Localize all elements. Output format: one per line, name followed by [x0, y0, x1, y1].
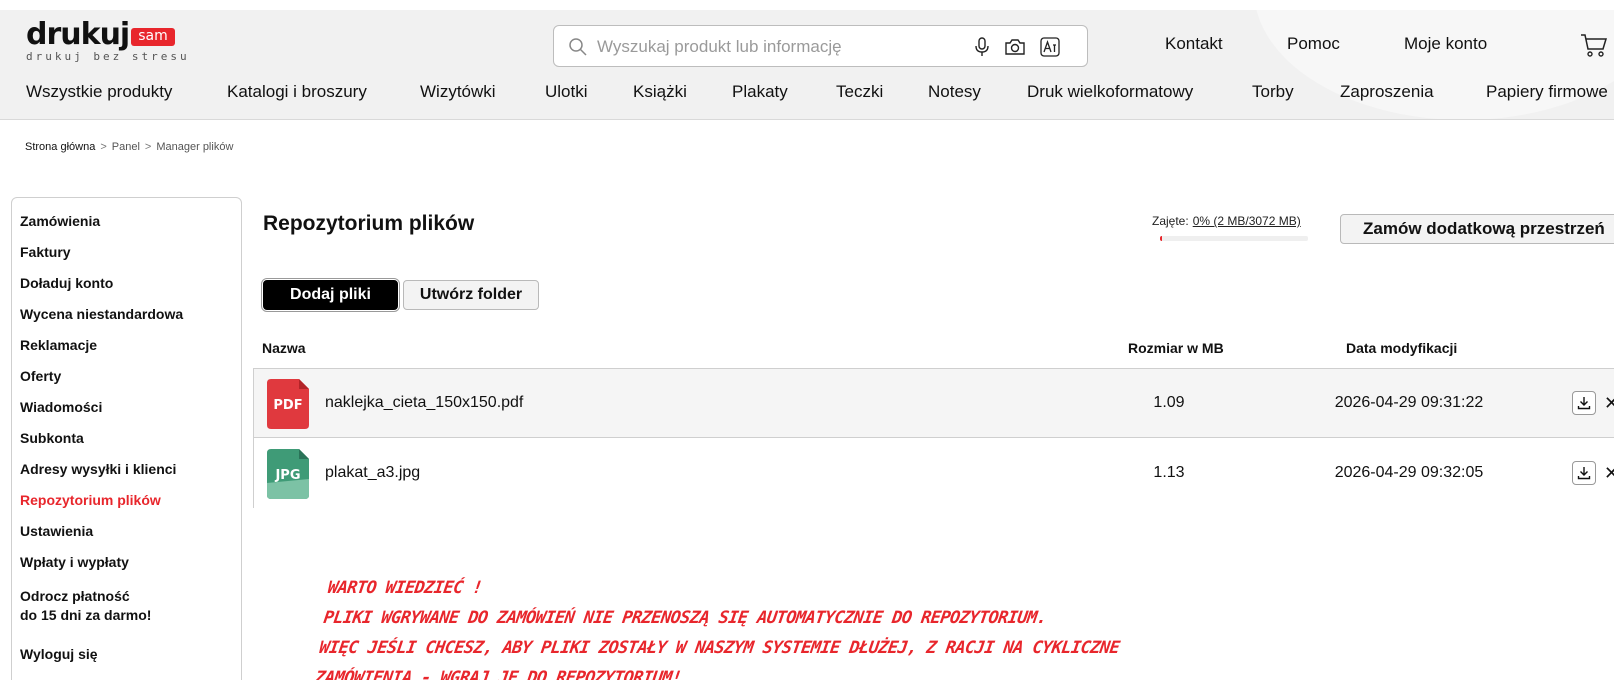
note-heading: Warto wiedzieć ! [326, 578, 484, 598]
pdf-file-icon: PDF [267, 379, 309, 429]
sidebar-item-payments[interactable]: Wpłaty i wypłaty [20, 553, 129, 572]
usage-value: 0% (2 MB/3072 MB) [1192, 214, 1301, 228]
nav-invitations[interactable]: Zaproszenia [1340, 82, 1434, 102]
logo[interactable]: drukuj sam drukuj bez stresu [26, 20, 190, 64]
sidebar-item-subaccounts[interactable]: Subkonta [20, 429, 84, 448]
sidebar-item-custom-quote[interactable]: Wycena niestandardowa [20, 305, 183, 324]
cart-icon[interactable] [1580, 32, 1608, 58]
sidebar-item-complaints[interactable]: Reklamacje [20, 336, 97, 355]
microphone-icon[interactable] [971, 36, 993, 58]
usage-progress-bar [1160, 236, 1308, 241]
add-files-button[interactable]: Dodaj pliki [261, 278, 400, 312]
usage-label: Zajęte: [1152, 214, 1189, 228]
account-sidebar: Zamówienia Faktury Doładuj konto Wycena … [11, 197, 242, 680]
nav-catalogs[interactable]: Katalogi i broszury [227, 82, 367, 102]
column-header-name[interactable]: Nazwa [262, 340, 306, 356]
nav-notepads[interactable]: Notesy [928, 82, 981, 102]
close-icon[interactable]: ✕ [1604, 463, 1614, 484]
create-folder-button[interactable]: Utwórz folder [403, 280, 539, 310]
nav-large-format[interactable]: Druk wielkoformatowy [1027, 82, 1193, 102]
defer-line-1: Odrocz płatność [20, 588, 130, 604]
breadcrumb-separator: > [100, 141, 107, 153]
file-name[interactable]: naklejka_cieta_150x150.pdf [325, 394, 523, 412]
breadcrumb: Strona główna > Panel > Manager plików [25, 141, 233, 153]
note-line: Więc jeśli chcesz, aby pliki zostały w n… [318, 638, 1121, 658]
download-icon[interactable] [1572, 461, 1596, 485]
defer-line-2: do 15 dni za darmo! [20, 607, 152, 623]
sidebar-item-orders[interactable]: Zamówienia [20, 212, 100, 231]
nav-books[interactable]: Książki [633, 82, 687, 102]
page-title: Repozytorium plików [263, 212, 475, 235]
camera-icon[interactable] [1004, 36, 1026, 58]
pdf-file-type: PDF [273, 398, 302, 413]
logo-badge: sam [131, 28, 175, 46]
search-icon [569, 38, 587, 56]
logo-wordmark: drukuj sam [26, 20, 190, 50]
file-name[interactable]: plakat_a3.jpg [325, 464, 420, 482]
nav-letterheads[interactable]: Papiery firmowe [1486, 82, 1608, 102]
my-account-link[interactable]: Moje konto [1404, 34, 1487, 54]
nav-flyers[interactable]: Ulotki [545, 82, 588, 102]
sidebar-item-settings[interactable]: Ustawienia [20, 522, 93, 541]
sidebar-item-logout[interactable]: Wyloguj się [20, 645, 98, 664]
jpg-file-icon: JPG [267, 449, 309, 499]
help-link[interactable]: Pomoc [1287, 34, 1340, 54]
column-header-size[interactable]: Rozmiar w MB [1128, 340, 1224, 356]
nav-business-cards[interactable]: Wizytówki [420, 82, 496, 102]
nav-bags[interactable]: Torby [1252, 82, 1294, 102]
files-table: PDF naklejka_cieta_150x150.pdf 1.09 2026… [253, 368, 1614, 508]
breadcrumb-home[interactable]: Strona główna [25, 141, 95, 153]
logo-tagline: drukuj bez stresu [26, 50, 190, 63]
jpg-file-type: JPG [274, 468, 300, 483]
close-icon[interactable]: ✕ [1604, 393, 1614, 414]
sidebar-item-offers[interactable]: Oferty [20, 367, 61, 386]
usage-progress-fill [1160, 236, 1162, 241]
note-line: Pliki wgrywane do zamówień nie przenoszą… [322, 608, 1048, 628]
nav-posters[interactable]: Plakaty [732, 82, 788, 102]
site-header: drukujsam drukuj bez stresu Kontakt Pomo… [0, 10, 1614, 120]
note-line: zamówienia - wgraj je do repozytorium! [313, 668, 683, 680]
main-nav: Wszystkie produkty Katalogi i broszury W… [0, 82, 1614, 112]
sidebar-item-messages[interactable]: Wiadomości [20, 398, 102, 417]
table-row[interactable]: PDF naklejka_cieta_150x150.pdf 1.09 2026… [254, 369, 1614, 438]
file-size: 1.09 [1153, 394, 1185, 411]
file-date: 2026-04-29 09:32:05 [1334, 464, 1484, 481]
order-more-space-button[interactable]: Zamów dodatkową przestrzeń [1340, 214, 1614, 244]
breadcrumb-panel[interactable]: Panel [112, 141, 140, 153]
file-size: 1.13 [1153, 464, 1185, 481]
search-input[interactable] [597, 35, 957, 59]
search-bar [553, 25, 1088, 67]
download-icon[interactable] [1572, 391, 1596, 415]
breadcrumb-current: Manager plików [156, 141, 234, 153]
text-recognition-icon[interactable] [1039, 36, 1061, 58]
nav-folders[interactable]: Teczki [836, 82, 883, 102]
logo-word: drukuj [26, 17, 130, 52]
contact-link[interactable]: Kontakt [1165, 34, 1223, 54]
file-date: 2026-04-29 09:31:22 [1334, 394, 1484, 411]
sidebar-item-file-repository[interactable]: Repozytorium plików [20, 491, 161, 510]
info-note: Warto wiedzieć ! Pliki wgrywane do zamów… [313, 573, 1230, 680]
sidebar-item-invoices[interactable]: Faktury [20, 243, 71, 262]
sidebar-item-defer-payment[interactable]: Odrocz płatność do 15 dni za darmo! [20, 587, 151, 625]
breadcrumb-separator: > [144, 141, 152, 153]
nav-all-products[interactable]: Wszystkie produkty [26, 82, 172, 102]
storage-usage: Zajęte: 0% (2 MB/3072 MB) [1152, 214, 1301, 228]
table-row[interactable]: JPG plakat_a3.jpg 1.13 2026-04-29 09:32:… [254, 439, 1614, 508]
column-header-date[interactable]: Data modyfikacji [1346, 340, 1457, 356]
sidebar-item-top-up[interactable]: Doładuj konto [20, 274, 113, 293]
sidebar-item-addresses[interactable]: Adresy wysyłki i klienci [20, 460, 176, 479]
